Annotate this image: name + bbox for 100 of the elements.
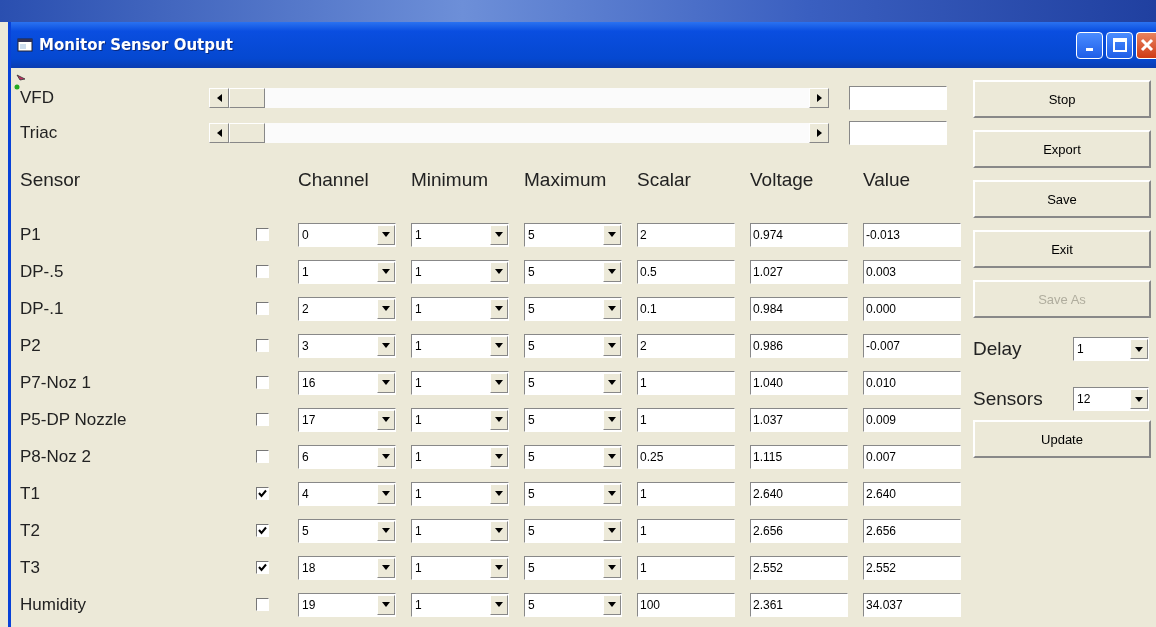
scalar-field[interactable]: 2 bbox=[637, 222, 735, 247]
value-field[interactable]: 2.552 bbox=[863, 555, 961, 580]
scroll-left-button[interactable] bbox=[209, 87, 229, 108]
action-button[interactable]: Stop bbox=[973, 80, 1151, 118]
dropdown[interactable]: 19 bbox=[298, 592, 396, 617]
scalar-field[interactable]: 100 bbox=[637, 592, 735, 617]
scalar-field[interactable]: 0.5 bbox=[637, 259, 735, 284]
dropdown-arrow-icon bbox=[382, 232, 390, 237]
checkbox[interactable] bbox=[256, 413, 269, 426]
dropdown[interactable]: 5 bbox=[524, 296, 622, 321]
value-field[interactable] bbox=[849, 120, 947, 145]
dropdown[interactable]: 0 bbox=[298, 222, 396, 247]
dropdown[interactable]: 1 bbox=[411, 592, 509, 617]
dropdown[interactable]: 17 bbox=[298, 407, 396, 432]
scrollbar[interactable] bbox=[209, 122, 829, 143]
scrollbar-thumb[interactable] bbox=[229, 87, 265, 108]
scrollbar[interactable] bbox=[209, 87, 829, 108]
voltage-field[interactable]: 0.984 bbox=[750, 296, 848, 321]
dropdown[interactable]: 4 bbox=[298, 481, 396, 506]
dropdown[interactable]: 3 bbox=[298, 333, 396, 358]
scalar-field[interactable]: 1 bbox=[637, 407, 735, 432]
dropdown[interactable]: 5 bbox=[524, 592, 622, 617]
dropdown[interactable]: 5 bbox=[524, 370, 622, 395]
dropdown[interactable]: 5 bbox=[298, 518, 396, 543]
minimize-button[interactable] bbox=[1076, 31, 1103, 59]
value-field[interactable]: 2.656 bbox=[863, 518, 961, 543]
checkbox[interactable] bbox=[256, 265, 269, 278]
dropdown[interactable]: 1 bbox=[411, 296, 509, 321]
dropdown[interactable]: 5 bbox=[524, 444, 622, 469]
scalar-field[interactable]: 0.25 bbox=[637, 444, 735, 469]
scroll-left-button[interactable] bbox=[209, 122, 229, 143]
checkbox[interactable] bbox=[256, 339, 269, 352]
dropdown[interactable]: 1 bbox=[298, 259, 396, 284]
dropdown[interactable]: 6 bbox=[298, 444, 396, 469]
dropdown[interactable]: 1 bbox=[411, 444, 509, 469]
dropdown[interactable]: 16 bbox=[298, 370, 396, 395]
dropdown[interactable]: 1 bbox=[411, 407, 509, 432]
dropdown[interactable]: 5 bbox=[524, 481, 622, 506]
action-button[interactable]: Save bbox=[973, 180, 1151, 218]
value-field[interactable]: 0.009 bbox=[863, 407, 961, 432]
scalar-field[interactable]: 1 bbox=[637, 518, 735, 543]
dropdown[interactable]: 1 bbox=[411, 333, 509, 358]
value-field[interactable]: 34.037 bbox=[863, 592, 961, 617]
dropdown[interactable]: 5 bbox=[524, 222, 622, 247]
dropdown[interactable]: 5 bbox=[524, 518, 622, 543]
voltage-field[interactable]: 0.974 bbox=[750, 222, 848, 247]
update-button[interactable]: Update bbox=[973, 420, 1151, 458]
dropdown[interactable]: 18 bbox=[298, 555, 396, 580]
voltage-field[interactable]: 1.037 bbox=[750, 407, 848, 432]
dropdown[interactable]: 1 bbox=[411, 370, 509, 395]
dropdown[interactable]: 2 bbox=[298, 296, 396, 321]
value-field[interactable]: -0.013 bbox=[863, 222, 961, 247]
checkmark-icon bbox=[258, 489, 267, 498]
voltage-field[interactable]: 2.361 bbox=[750, 592, 848, 617]
checkbox[interactable] bbox=[256, 302, 269, 315]
scalar-field[interactable]: 1 bbox=[637, 370, 735, 395]
scalar-field[interactable]: 1 bbox=[637, 481, 735, 506]
dropdown[interactable]: 1 bbox=[411, 259, 509, 284]
checkbox[interactable] bbox=[256, 524, 269, 537]
dropdown[interactable]: 1 bbox=[411, 481, 509, 506]
checkbox[interactable] bbox=[256, 598, 269, 611]
dropdown[interactable]: 1 bbox=[411, 555, 509, 580]
voltage-field[interactable]: 2.640 bbox=[750, 481, 848, 506]
scalar-field[interactable]: 2 bbox=[637, 333, 735, 358]
value-field[interactable]: 0.010 bbox=[863, 370, 961, 395]
value-field[interactable]: -0.007 bbox=[863, 333, 961, 358]
scalar-field[interactable]: 1 bbox=[637, 555, 735, 580]
action-button[interactable]: Exit bbox=[973, 230, 1151, 268]
value-field[interactable]: 0.000 bbox=[863, 296, 961, 321]
sensor-label: P2 bbox=[20, 335, 42, 356]
value-field[interactable] bbox=[849, 85, 947, 110]
checkbox[interactable] bbox=[256, 450, 269, 463]
value-field[interactable]: 0.003 bbox=[863, 259, 961, 284]
dropdown[interactable]: 5 bbox=[524, 333, 622, 358]
action-button[interactable]: Export bbox=[973, 130, 1151, 168]
dropdown[interactable]: 5 bbox=[524, 407, 622, 432]
dropdown[interactable]: 5 bbox=[524, 259, 622, 284]
scroll-right-button[interactable] bbox=[809, 122, 829, 143]
sensors-dropdown[interactable]: 12 bbox=[1073, 387, 1149, 411]
voltage-field[interactable]: 1.027 bbox=[750, 259, 848, 284]
value-field[interactable]: 0.007 bbox=[863, 444, 961, 469]
voltage-field[interactable]: 2.656 bbox=[750, 518, 848, 543]
maximize-button[interactable] bbox=[1106, 31, 1133, 59]
checkbox[interactable] bbox=[256, 376, 269, 389]
checkbox[interactable] bbox=[256, 561, 269, 574]
voltage-field[interactable]: 1.115 bbox=[750, 444, 848, 469]
value-field[interactable]: 2.640 bbox=[863, 481, 961, 506]
scalar-field[interactable]: 0.1 bbox=[637, 296, 735, 321]
voltage-field[interactable]: 0.986 bbox=[750, 333, 848, 358]
checkbox[interactable] bbox=[256, 228, 269, 241]
dropdown[interactable]: 5 bbox=[524, 555, 622, 580]
voltage-field[interactable]: 2.552 bbox=[750, 555, 848, 580]
close-button[interactable] bbox=[1136, 31, 1156, 59]
checkbox[interactable] bbox=[256, 487, 269, 500]
voltage-field[interactable]: 1.040 bbox=[750, 370, 848, 395]
scroll-right-button[interactable] bbox=[809, 87, 829, 108]
dropdown[interactable]: 1 bbox=[411, 222, 509, 247]
scrollbar-thumb[interactable] bbox=[229, 122, 265, 143]
dropdown[interactable]: 1 bbox=[411, 518, 509, 543]
delay-dropdown[interactable]: 1 bbox=[1073, 337, 1149, 361]
